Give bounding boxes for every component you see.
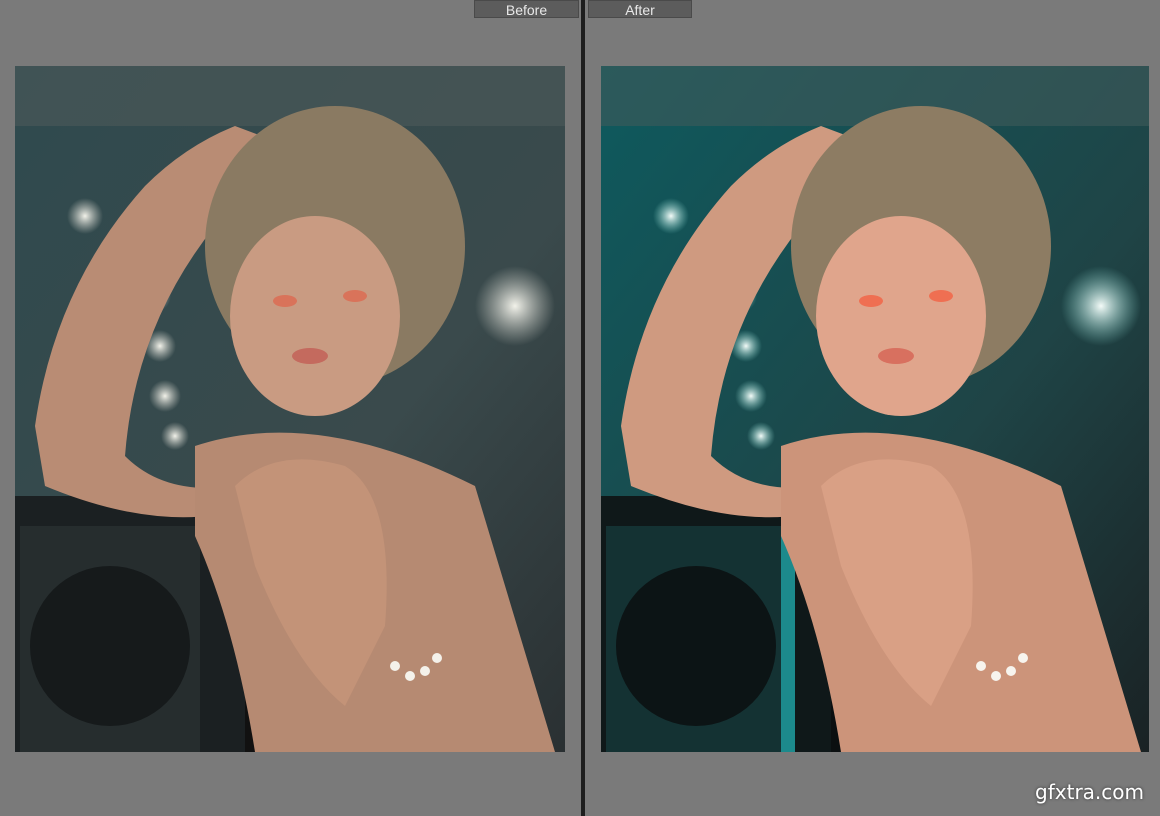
before-photo (15, 66, 565, 752)
after-label: After (588, 0, 692, 18)
watermark: gfxtra.com (1035, 780, 1144, 804)
split-divider[interactable] (581, 0, 585, 816)
after-photo (601, 66, 1149, 752)
before-label: Before (474, 0, 579, 18)
